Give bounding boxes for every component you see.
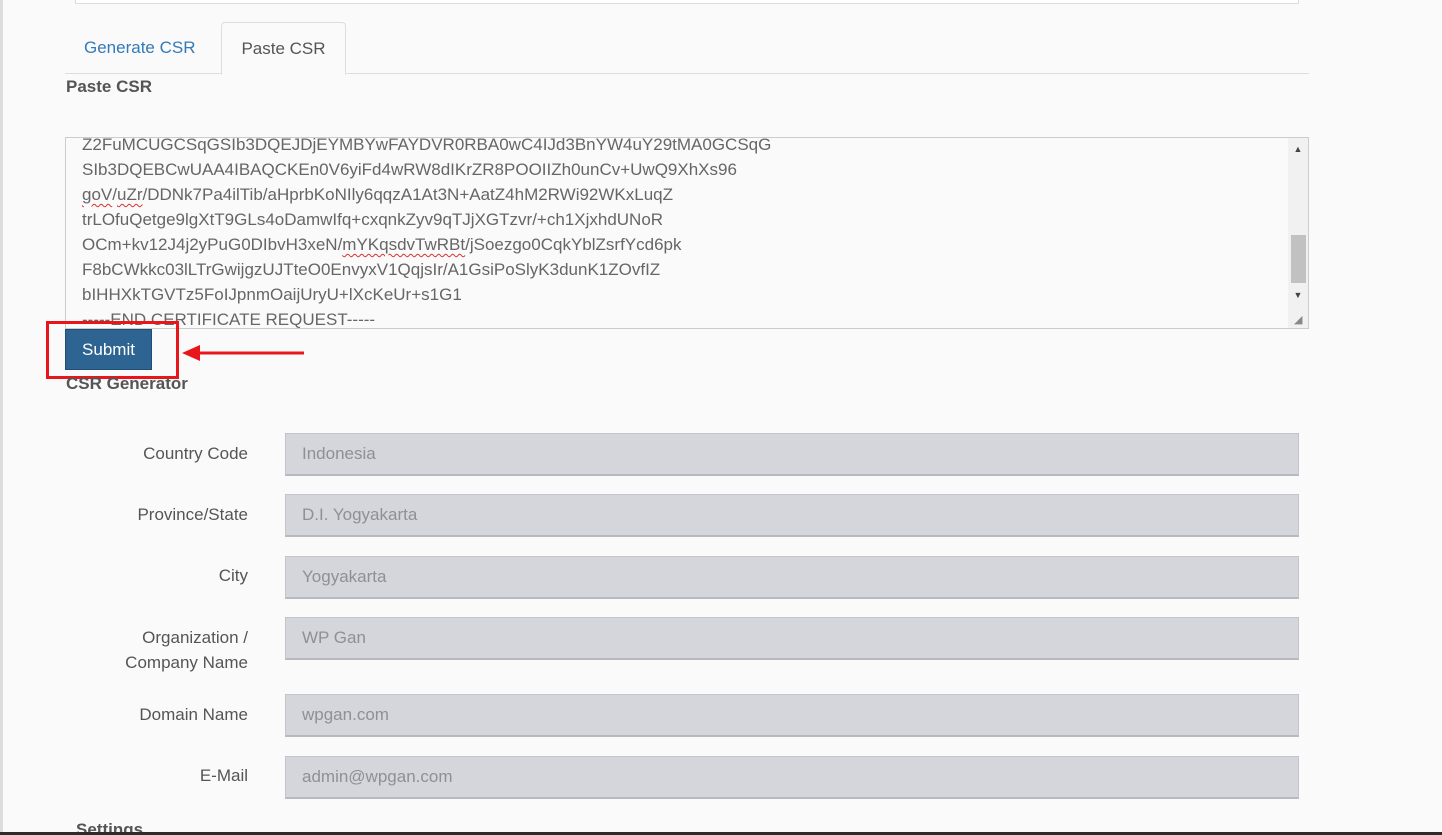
csr-line: SIb3DQEBCwUAA4IBAQCKEn0V6yiFd4wRW8dIKrZR… [82, 160, 737, 179]
top-panel-edge [75, 0, 1299, 4]
organization-label: Organization / Company Name [125, 628, 248, 672]
domain-name-label: Domain Name [139, 705, 248, 724]
csr-textarea[interactable]: Z2FuMCUGCSqGSIb3DQEJDjEYMBYwFAYDVR0RBA0w… [65, 137, 1309, 329]
csr-line: bIHHXkTGVTz5FoIJpnmOaijUryU+lXcKeUr+s1G1 [82, 285, 462, 304]
resize-grip-icon[interactable]: ◢ [1294, 314, 1306, 326]
tab-generate-csr[interactable]: Generate CSR [65, 23, 215, 75]
organization-field[interactable]: WP Gan [285, 617, 1299, 660]
province-state-field[interactable]: D.I. Yogyakarta [285, 494, 1299, 537]
annotation-highlight-box [46, 321, 179, 379]
textarea-scrollbar[interactable]: ▲ ▼ [1288, 138, 1308, 328]
tab-paste-csr[interactable]: Paste CSR [221, 22, 346, 75]
email-field[interactable]: admin@wpgan.com [285, 756, 1299, 799]
csr-line: Z2FuMCUGCSqGSIb3DQEJDjEYMBYwFAYDVR0RBA0w… [82, 137, 772, 154]
csr-text-content[interactable]: Z2FuMCUGCSqGSIb3DQEJDjEYMBYwFAYDVR0RBA0w… [82, 137, 1282, 329]
scroll-down-arrow-icon[interactable]: ▼ [1288, 287, 1308, 303]
csr-line: -----END CERTIFICATE REQUEST----- [82, 310, 376, 329]
annotation-arrow-icon [182, 345, 304, 361]
country-code-field[interactable]: Indonesia [285, 433, 1299, 476]
domain-name-field[interactable]: wpgan.com [285, 694, 1299, 737]
left-border [0, 0, 3, 835]
page: Generate CSR Paste CSR Paste CSR Z2FuMCU… [0, 0, 1442, 835]
city-field[interactable]: Yogyakarta [285, 556, 1299, 599]
csr-line: F8bCWkkc03lLTrGwijgzUJTteO0EnvyxV1QqjsIr… [82, 260, 661, 279]
paste-csr-heading: Paste CSR [66, 77, 152, 96]
email-label: E-Mail [199, 766, 248, 785]
scroll-up-arrow-icon[interactable]: ▲ [1288, 141, 1308, 157]
csr-line: trLOfuQetge9lgXtT9GLs4oDamwIfq+cxqnkZyv9… [82, 210, 664, 229]
csr-tabs: Generate CSR Paste CSR [65, 22, 1309, 75]
city-label: City [218, 566, 248, 585]
csr-line: goV/uZr/DDNk7Pa4ilTib/aHprbKoNIly6qqzA1A… [82, 185, 674, 204]
province-state-label: Province/State [137, 505, 248, 524]
csr-generator-heading: CSR Generator [66, 374, 188, 393]
country-code-label: Country Code [143, 444, 248, 463]
scroll-thumb[interactable] [1291, 235, 1306, 283]
csr-line: OCm+kv12J4j2yPuG0DIbvH3xeN/mYKqsdvTwRBt/… [82, 235, 682, 254]
